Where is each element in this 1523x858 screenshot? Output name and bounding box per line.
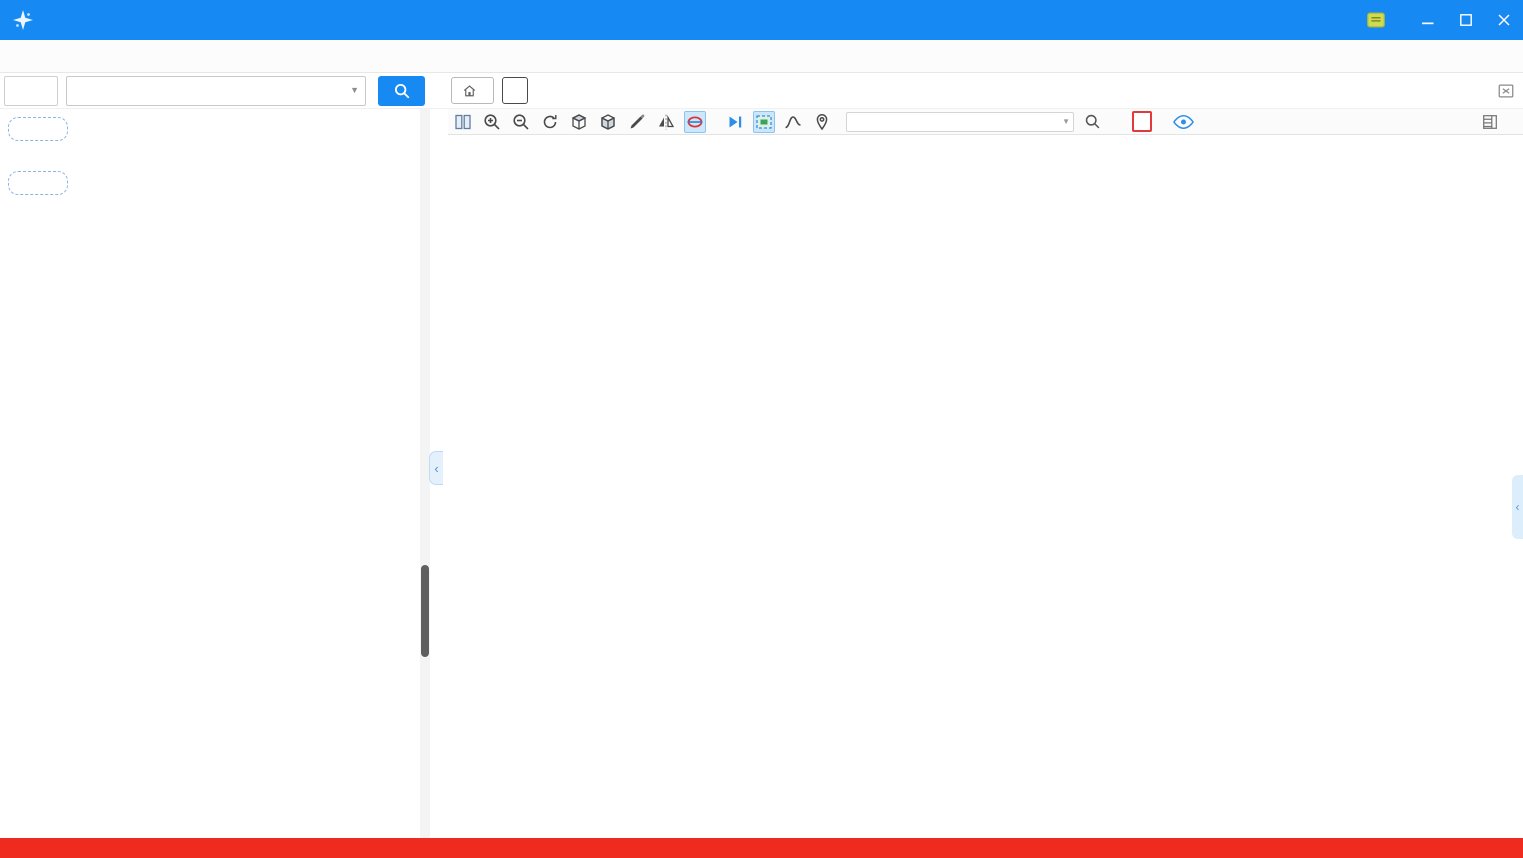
dropdown-caret-icon[interactable]: ▼ xyxy=(350,85,359,95)
color-scheme-button[interactable] xyxy=(1132,111,1152,132)
red-blue-screen-icon[interactable] xyxy=(684,110,706,133)
layer-list-icon[interactable] xyxy=(1481,113,1499,131)
member-center-button[interactable] xyxy=(451,77,494,104)
collapse-tree-handle[interactable]: ‹ xyxy=(429,451,443,485)
vip-section xyxy=(8,117,68,141)
pin-icon[interactable] xyxy=(811,111,833,133)
component-search-box: ▼ xyxy=(846,111,1074,132)
pcb-canvas[interactable] xyxy=(448,135,1523,838)
rotate-icon[interactable] xyxy=(539,111,561,133)
sidebar-item-favorites[interactable] xyxy=(23,227,53,260)
viewer-toolbar: ▼ xyxy=(448,109,1523,135)
statusbar xyxy=(0,838,1523,858)
star-icon xyxy=(23,227,53,257)
three-d-view-button[interactable] xyxy=(713,111,717,133)
pcb-viewer: ▼ xyxy=(448,109,1523,838)
top-layer-icon[interactable] xyxy=(568,111,590,133)
flip-horizontal-icon[interactable] xyxy=(655,111,677,133)
eye-icon[interactable] xyxy=(1173,114,1194,130)
zoom-in-icon[interactable] xyxy=(481,111,503,133)
jump-icon[interactable] xyxy=(724,111,746,133)
topbar: ▼ xyxy=(0,73,1523,109)
component-search-icon[interactable] xyxy=(1081,111,1103,133)
paint-icon[interactable] xyxy=(626,111,648,133)
model-search-button[interactable] xyxy=(378,75,425,106)
category-sidebar xyxy=(0,109,76,838)
minimize-button[interactable] xyxy=(1409,0,1447,40)
shrink-button[interactable] xyxy=(4,75,58,106)
search-icon xyxy=(394,83,409,98)
close-panel-icon[interactable] xyxy=(1497,82,1515,100)
split-view-icon[interactable] xyxy=(452,111,474,133)
zoom-out-icon[interactable] xyxy=(510,111,532,133)
tab-active-pcb[interactable] xyxy=(502,77,528,104)
content-area: ‹ ▼ ‹ xyxy=(0,109,1523,838)
area-select-icon[interactable] xyxy=(753,110,775,133)
close-button[interactable] xyxy=(1485,0,1523,40)
dropdown-caret-icon[interactable]: ▼ xyxy=(1062,117,1070,126)
model-search-box: ▼ xyxy=(66,75,366,106)
pcb-drawing xyxy=(448,135,1523,838)
titlebar xyxy=(0,0,1523,40)
home-icon xyxy=(462,83,477,98)
license-icon[interactable] xyxy=(1357,0,1395,40)
file-tree xyxy=(76,109,421,838)
menubar xyxy=(0,40,1523,73)
maximize-button[interactable] xyxy=(1447,0,1485,40)
custom-section xyxy=(8,171,68,195)
model-search-input[interactable] xyxy=(66,75,366,106)
bottom-layer-icon[interactable] xyxy=(597,111,619,133)
component-search-input[interactable] xyxy=(846,111,1074,132)
curve-tool-icon[interactable] xyxy=(782,111,804,133)
app-logo-icon xyxy=(10,7,36,33)
expand-panel-handle[interactable]: ‹ xyxy=(1512,475,1523,539)
tree-scrollbar-thumb[interactable] xyxy=(421,565,429,657)
